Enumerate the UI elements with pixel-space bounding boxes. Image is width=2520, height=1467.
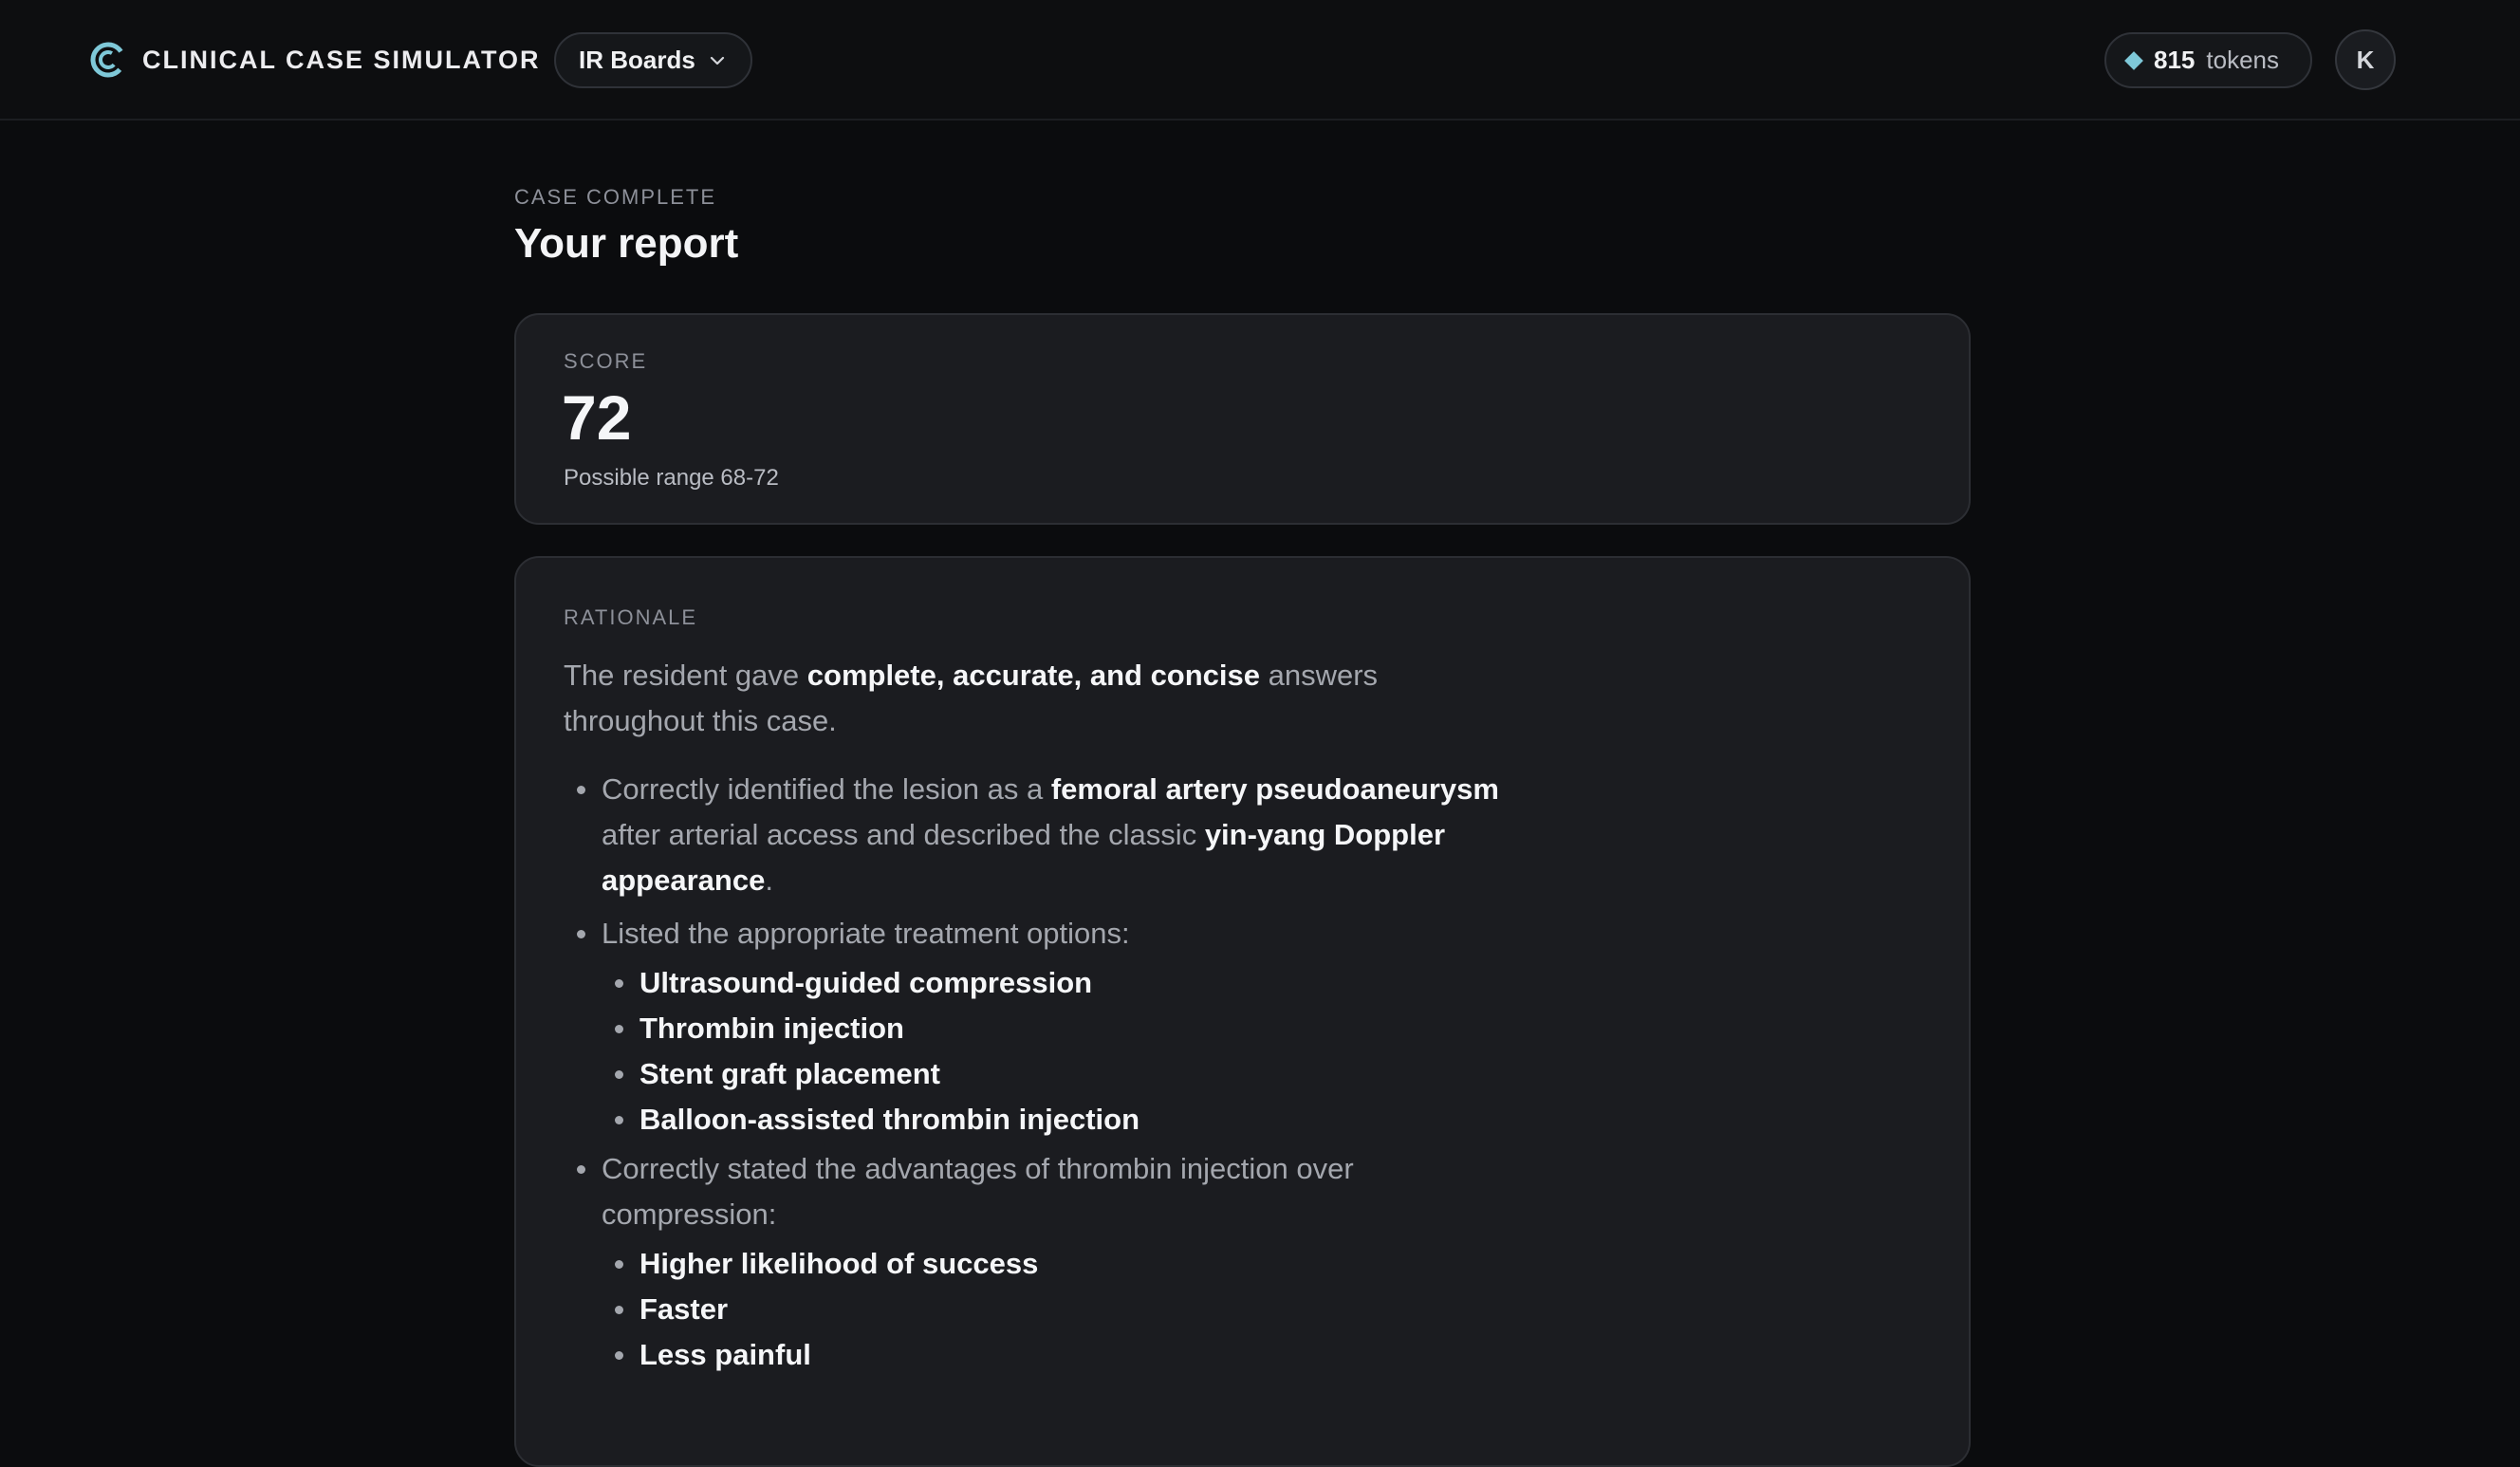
point-text: after arterial access and described the … (602, 818, 1205, 851)
list-item: Balloon-assisted thrombin injection (602, 1101, 1512, 1139)
advantages-list: Higher likelihood of success Faster Less… (602, 1245, 1512, 1374)
tokens-count: 815 (2154, 46, 2196, 74)
point-text: Correctly identified the lesion as a (602, 772, 1051, 806)
point-text: . (765, 863, 773, 897)
treatment-options-list: Ultrasound-guided compression Thrombin i… (602, 964, 1512, 1139)
intro-emphasis: complete, accurate, and concise (806, 659, 1261, 692)
diamond-icon (2124, 50, 2143, 70)
rationale-points: Correctly identified the lesion as a fem… (564, 767, 1512, 1374)
list-item: Thrombin injection (602, 1010, 1512, 1048)
top-bar: CLINICAL CASE SIMULATOR IR Boards 815 to… (0, 0, 2520, 121)
point-text: Listed the appropriate treatment options… (602, 917, 1130, 950)
rationale-point-advantages: Correctly stated the advantages of throm… (564, 1146, 1512, 1374)
list-item: Faster (602, 1291, 1512, 1328)
case-status-label: CASE COMPLETE (514, 185, 717, 209)
score-card: SCORE 72 Possible range 68-72 (514, 313, 1971, 525)
app-title: CLINICAL CASE SIMULATOR (142, 45, 541, 74)
score-value: 72 (562, 382, 632, 453)
brand[interactable]: CLINICAL CASE SIMULATOR (89, 39, 541, 81)
tokens-unit: tokens (2206, 46, 2279, 74)
c-logo-icon (90, 42, 126, 78)
tokens-badge[interactable]: 815 tokens (2104, 32, 2312, 88)
rationale-label: RATIONALE (564, 605, 698, 629)
exam-selector-dropdown[interactable]: IR Boards (554, 32, 752, 88)
point-text: Correctly stated the advantages of throm… (602, 1152, 1354, 1231)
user-avatar[interactable]: K (2335, 29, 2396, 90)
rationale-card: RATIONALE The resident gave complete, ac… (514, 556, 1971, 1467)
point-emphasis: femoral artery pseudoaneurysm (1050, 772, 1499, 806)
page-title: Your report (514, 220, 739, 267)
list-item: Less painful (602, 1336, 1512, 1374)
exam-selector-label: IR Boards (579, 46, 695, 74)
chevron-down-icon (710, 56, 724, 65)
list-item: Higher likelihood of success (602, 1245, 1512, 1283)
list-item: Ultrasound-guided compression (602, 964, 1512, 1002)
intro-text: The resident gave (564, 659, 807, 692)
score-label: SCORE (564, 349, 648, 373)
rationale-intro: The resident gave complete, accurate, an… (564, 653, 1512, 744)
list-item: Stent graft placement (602, 1055, 1512, 1093)
rationale-point-treatments: Listed the appropriate treatment options… (564, 911, 1512, 1139)
score-range: Possible range 68-72 (564, 465, 779, 491)
rationale-point-diagnosis: Correctly identified the lesion as a fem… (564, 767, 1512, 903)
rationale-body: The resident gave complete, accurate, an… (564, 653, 1512, 1382)
